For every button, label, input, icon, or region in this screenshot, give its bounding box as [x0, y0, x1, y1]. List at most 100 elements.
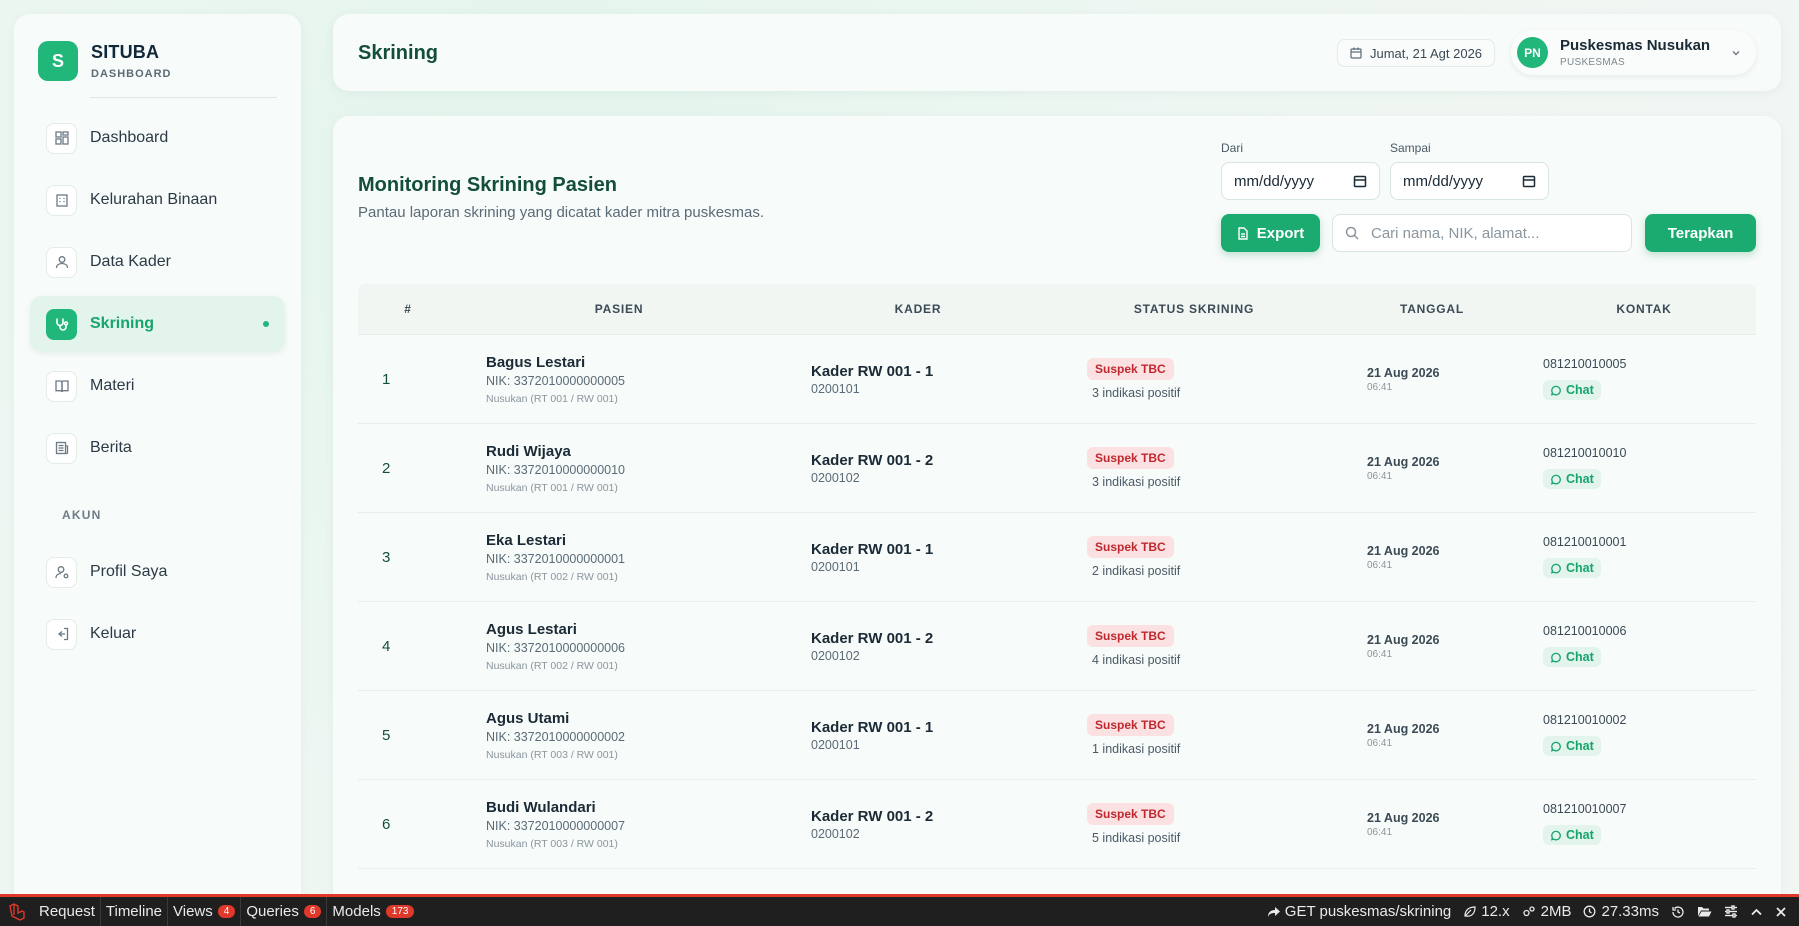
- chevron-down-icon: [1732, 51, 1740, 56]
- stethoscope-icon: [46, 308, 77, 340]
- chat-button[interactable]: Chat: [1543, 736, 1601, 757]
- sidebar-item-materi[interactable]: Materi: [30, 358, 285, 414]
- avatar: PN: [1517, 37, 1548, 68]
- patient-nik: NIK: 3372010000000001: [486, 551, 626, 566]
- current-date: Jumat, 21 Agt 2026: [1370, 45, 1483, 61]
- row-number: 6: [382, 815, 391, 833]
- sidebar-item-dashboard[interactable]: Dashboard: [30, 110, 285, 166]
- search-input[interactable]: [1371, 224, 1611, 242]
- apply-filter-button[interactable]: Terapkan: [1645, 214, 1756, 252]
- share-icon: [1267, 906, 1280, 917]
- close-icon[interactable]: [1769, 906, 1799, 918]
- debug-tab-models[interactable]: Models 173: [327, 897, 419, 926]
- debug-tab-queries[interactable]: Queries 6: [241, 897, 328, 926]
- section-subtitle: Pantau laporan skrining yang dicatat kad…: [358, 204, 765, 221]
- debug-duration[interactable]: 27.33ms: [1577, 903, 1665, 920]
- whatsapp-icon: [1550, 652, 1561, 663]
- debug-memory[interactable]: 2MB: [1516, 903, 1578, 920]
- sidebar-item-skrining[interactable]: Skrining: [30, 296, 285, 352]
- patient-nik: NIK: 3372010000000005: [486, 373, 626, 388]
- indication-count: 3 indikasi positif: [1092, 475, 1181, 489]
- folder-open-icon[interactable]: [1691, 905, 1718, 918]
- kader-code: 0200102: [811, 648, 860, 663]
- status-badge: Suspek TBC: [1087, 803, 1174, 825]
- brand-divider: [90, 97, 277, 98]
- building-icon: [46, 184, 77, 216]
- sidebar-item-kelurahan-binaan[interactable]: Kelurahan Binaan: [30, 172, 285, 228]
- status-badge: Suspek TBC: [1087, 447, 1174, 469]
- brand-subtitle: DASHBOARD: [91, 68, 172, 80]
- cogs-icon: [1522, 906, 1535, 917]
- status-badge: Suspek TBC: [1087, 358, 1174, 380]
- table-row: 5 Agus Utami NIK: 3372010000000002 Nusuk…: [358, 691, 1756, 780]
- chevron-up-icon[interactable]: [1744, 906, 1769, 918]
- kader-name: Kader RW 001 - 1: [811, 718, 934, 736]
- column-header-tanggal: TANGGAL: [1399, 302, 1465, 316]
- contact-phone: 081210010007: [1543, 802, 1627, 817]
- patient-nik: NIK: 3372010000000010: [486, 462, 626, 477]
- debug-count-badge: 173: [385, 905, 415, 918]
- debug-tab-views[interactable]: Views 4: [168, 897, 242, 926]
- kader-code: 0200102: [811, 826, 860, 841]
- sidebar-item-label: Profil Saya: [90, 563, 168, 580]
- chat-button[interactable]: Chat: [1543, 380, 1601, 401]
- contact-phone: 081210010010: [1543, 446, 1627, 461]
- debug-tab-label: Views: [173, 903, 213, 920]
- column-header-kader: KADER: [894, 302, 942, 316]
- sidebar-item-label: Skrining: [90, 315, 155, 332]
- laravel-logo-icon[interactable]: [0, 902, 34, 921]
- kader-code: 0200102: [811, 470, 860, 485]
- debug-route-label: GET puskesmas/skrining: [1284, 903, 1452, 920]
- patient-name: Agus Utami: [486, 709, 570, 727]
- sidebar-item-label: Materi: [90, 377, 135, 394]
- chat-button[interactable]: Chat: [1543, 647, 1601, 668]
- debug-duration-label: 27.33ms: [1601, 903, 1659, 920]
- section-title: Monitoring Skrining Pasien: [358, 174, 617, 196]
- screening-date: 21 Aug 2026: [1367, 365, 1440, 380]
- kader-name: Kader RW 001 - 1: [811, 540, 934, 558]
- screening-date: 21 Aug 2026: [1367, 721, 1440, 736]
- column-header-pasien: PASIEN: [594, 302, 644, 316]
- sidebar-item-profil-saya[interactable]: Profil Saya: [30, 544, 285, 600]
- patient-name: Rudi Wijaya: [486, 442, 571, 460]
- from-date-input[interactable]: mm/dd/yyyy: [1221, 162, 1380, 200]
- debug-tab-label: Request: [39, 903, 95, 920]
- history-icon[interactable]: [1665, 905, 1691, 919]
- kader-name: Kader RW 001 - 2: [811, 807, 934, 825]
- screening-time: 06:41: [1367, 648, 1393, 660]
- debug-route[interactable]: GET puskesmas/skrining: [1261, 903, 1457, 920]
- calendar-icon: [1353, 175, 1367, 188]
- sidebar-item-keluar[interactable]: Keluar: [30, 606, 285, 662]
- debug-version[interactable]: 12.x: [1457, 903, 1515, 920]
- brand[interactable]: S SITUBA DASHBOARD: [14, 14, 301, 81]
- chat-button[interactable]: Chat: [1543, 825, 1601, 846]
- chat-label: Chat: [1566, 828, 1594, 843]
- debug-tab-label: Models: [332, 903, 381, 920]
- column-header-status: STATUS SKRINING: [1133, 302, 1255, 316]
- brand-logo: S: [38, 41, 78, 81]
- patient-address: Nusukan (RT 002 / RW 001): [486, 570, 618, 583]
- patient-name: Agus Lestari: [486, 620, 577, 638]
- sidebar-item-data-kader[interactable]: Data Kader: [30, 234, 285, 290]
- debug-memory-label: 2MB: [1540, 903, 1572, 920]
- row-number: 2: [382, 459, 391, 477]
- debug-tab-timeline[interactable]: Timeline: [101, 897, 169, 926]
- export-label: Export: [1256, 224, 1305, 242]
- user-menu[interactable]: PN Puskesmas Nusukan PUSKESMAS: [1511, 30, 1756, 75]
- to-date-input[interactable]: mm/dd/yyyy: [1390, 162, 1549, 200]
- top-header: Skrining Jumat, 21 Agt 2026 PN Puskesmas…: [333, 14, 1781, 91]
- chat-label: Chat: [1566, 561, 1594, 576]
- to-date-label: Sampai: [1390, 141, 1431, 155]
- whatsapp-icon: [1550, 474, 1561, 485]
- active-indicator-dot: [263, 321, 269, 327]
- search-field[interactable]: [1332, 214, 1632, 252]
- settings-sliders-icon[interactable]: [1718, 905, 1744, 918]
- chat-button[interactable]: Chat: [1543, 469, 1601, 490]
- calendar-icon: [1522, 175, 1536, 188]
- export-button[interactable]: Export: [1221, 214, 1320, 252]
- screening-time: 06:41: [1367, 737, 1393, 749]
- sidebar: S SITUBA DASHBOARD Dashboard Kelurahan B…: [14, 14, 301, 914]
- debug-tab-request[interactable]: Request: [34, 897, 101, 926]
- chat-button[interactable]: Chat: [1543, 558, 1601, 579]
- sidebar-item-berita[interactable]: Berita: [30, 420, 285, 476]
